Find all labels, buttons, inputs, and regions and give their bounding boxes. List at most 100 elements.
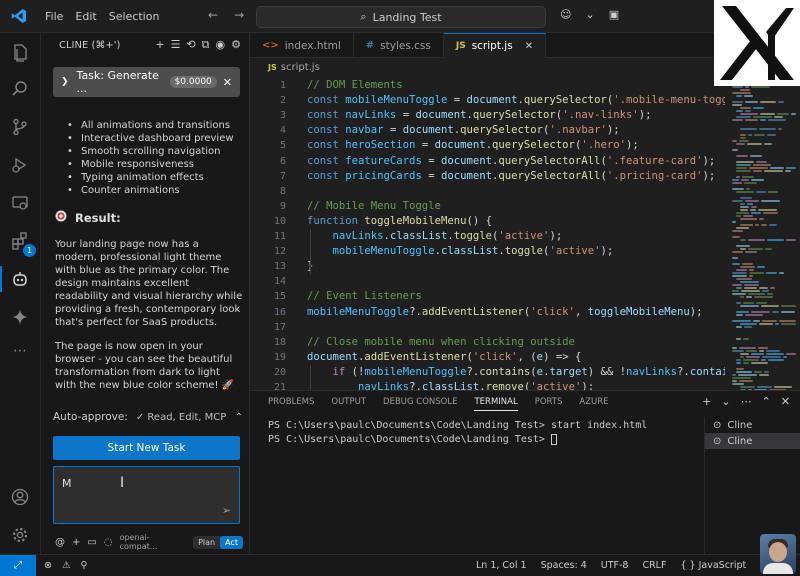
tab-problems[interactable]: PROBLEMS <box>268 397 314 411</box>
list-item: Interactive dashboard preview <box>67 132 234 145</box>
menu-edit[interactable]: Edit <box>69 0 102 33</box>
tab-script-js[interactable]: JS script.js ✕ <box>443 33 547 58</box>
task-header-card[interactable]: ❯ Task: Generate ... $0.0000 ✕ <box>53 67 240 97</box>
encoding[interactable]: UTF-8 <box>601 560 629 571</box>
plan-mode-button[interactable]: Plan <box>193 536 220 549</box>
terminal-item-cline[interactable]: ⊙ Cline <box>705 433 800 449</box>
forward-arrow-icon[interactable]: → <box>234 8 244 22</box>
code-line[interactable]: 11 navLinks.classList.toggle('active'); <box>250 229 725 244</box>
code-line[interactable]: 5 const heroSection = document.querySelec… <box>250 138 725 153</box>
maximize-panel-icon[interactable]: ⌃ <box>762 395 771 408</box>
chat-input[interactable]: M I ➢ <box>53 466 240 524</box>
close-task-icon[interactable]: ✕ <box>223 76 232 89</box>
minimap[interactable] <box>726 76 800 390</box>
terminal-item-cline[interactable]: ⊙ Cline <box>705 417 800 433</box>
warnings-icon[interactable]: ⚠ <box>62 560 71 571</box>
cline-robot-icon[interactable] <box>8 267 32 291</box>
more-actions-icon[interactable]: ⋯ <box>741 395 752 408</box>
mcp-servers-icon[interactable]: ☰ <box>171 38 181 52</box>
cline-settings-gear-icon[interactable]: ⚙ <box>231 38 241 52</box>
popout-icon[interactable]: ⧉ <box>202 38 210 52</box>
code-line[interactable]: 2 const mobileMenuToggle = document.query… <box>250 93 725 108</box>
code-line[interactable]: 10 function toggleMobileMenu() { <box>250 214 725 229</box>
ports-icon[interactable]: ⚲ <box>81 560 88 571</box>
task-title: Task: Generate ... <box>76 69 159 95</box>
menu-selection[interactable]: Selection <box>103 0 166 33</box>
command-center-search[interactable]: ⌕ Landing Test <box>256 6 546 28</box>
code-line[interactable]: 6 const featureCards = document.querySele… <box>250 154 725 169</box>
code-editor[interactable]: 1 // DOM Elements 2 const mobileMenuToggle … <box>250 76 725 390</box>
close-panel-icon[interactable]: ✕ <box>781 395 790 408</box>
code-line[interactable]: 15 // Event Listeners <box>250 289 725 304</box>
copilot-menu-chevron-icon[interactable]: ⌄ <box>585 8 594 21</box>
add-context-plus-icon[interactable]: + <box>72 537 80 548</box>
cursor-position[interactable]: Ln 1, Col 1 <box>476 560 527 571</box>
sparkle-icon[interactable] <box>8 305 32 329</box>
code-line[interactable]: 20 if (!mobileMenuToggle?.contains(e.tar… <box>250 365 725 380</box>
search-panel-icon[interactable] <box>8 77 32 101</box>
code-line[interactable]: 13} <box>250 259 725 274</box>
code-line[interactable]: 3 const navLinks = document.querySelector… <box>250 108 725 123</box>
code-line[interactable]: 18 // Close mobile menu when clicking out… <box>250 335 725 350</box>
run-debug-icon[interactable] <box>8 153 32 177</box>
image-icon[interactable]: ▭ <box>87 537 96 548</box>
terminal-dropdown-icon[interactable]: ⌄ <box>721 395 730 408</box>
act-mode-button[interactable]: Act <box>220 535 243 549</box>
more-views-icon[interactable]: ⋯ <box>8 339 32 363</box>
toggle-sidebar-icon[interactable]: ▣ <box>609 8 619 21</box>
start-new-task-button[interactable]: Start New Task <box>53 436 240 460</box>
code-line[interactable]: 1 // DOM Elements <box>250 78 725 93</box>
chevron-right-icon[interactable]: ❯ <box>61 77 69 87</box>
language-mode[interactable]: { } JavaScript <box>680 560 746 571</box>
tab-debug-console[interactable]: DEBUG CONSOLE <box>383 397 457 411</box>
breadcrumb[interactable]: JS script.js <box>268 59 320 75</box>
source-control-icon[interactable] <box>8 115 32 139</box>
code-line[interactable]: 16 mobileMenuToggle?.addEventListener('cl… <box>250 305 725 320</box>
indentation[interactable]: Spaces: 4 <box>541 560 587 571</box>
new-terminal-plus-icon[interactable]: + <box>702 395 711 408</box>
remote-explorer-icon[interactable] <box>8 191 32 215</box>
tab-styles-css[interactable]: # styles.css <box>354 33 444 58</box>
breadcrumb-file[interactable]: script.js <box>281 62 320 73</box>
copilot-icon[interactable]: ☺ <box>560 8 571 21</box>
account-icon[interactable]: ◉ <box>216 38 226 52</box>
tab-ports[interactable]: PORTS <box>535 397 563 411</box>
code-line[interactable]: 8 <box>250 184 725 199</box>
extensions-badge: 1 <box>23 244 36 257</box>
terminal-output[interactable]: PS C:\Users\paulc\Documents\Code\Landing… <box>268 419 698 447</box>
extensions-icon[interactable]: 1 <box>8 229 36 257</box>
plan-act-toggle[interactable]: Plan Act <box>193 535 243 549</box>
webcam-avatar <box>760 534 796 574</box>
tab-azure[interactable]: AZURE <box>579 397 608 411</box>
accounts-icon[interactable] <box>8 485 32 509</box>
tab-terminal[interactable]: TERMINAL <box>474 397 518 411</box>
explorer-icon[interactable] <box>8 41 32 65</box>
new-task-plus-icon[interactable]: + <box>155 38 164 52</box>
code-line[interactable]: 9 // Mobile Menu Toggle <box>250 199 725 214</box>
terminal-name: Cline <box>727 419 753 431</box>
remote-indicator-icon[interactable]: ⤢ <box>0 554 36 576</box>
close-tab-icon[interactable]: ✕ <box>525 41 533 52</box>
menu-file[interactable]: File <box>39 0 69 33</box>
tab-index-html[interactable]: <> index.html <box>250 33 354 58</box>
code-text: const navbar = document.querySelector('.… <box>307 124 620 137</box>
model-selector[interactable]: openai-compat... <box>120 533 187 551</box>
back-arrow-icon[interactable]: ← <box>208 8 218 22</box>
result-paragraph: Your landing page now has a modern, prof… <box>55 239 243 328</box>
code-line[interactable]: 14 <box>250 274 725 289</box>
chevron-up-icon[interactable]: ⌃ <box>235 412 243 423</box>
code-line[interactable]: 4 const navbar = document.querySelector('… <box>250 123 725 138</box>
send-icon[interactable]: ➢ <box>222 504 231 517</box>
auto-approve-bar[interactable]: Auto-approve: ✓ Read, Edit, MCP ⌃ <box>53 408 243 426</box>
errors-icon[interactable]: ⊗ <box>44 560 52 571</box>
code-line[interactable]: 12 mobileMenuToggle.classList.toggle('ac… <box>250 244 725 259</box>
line-ending[interactable]: CRLF <box>642 560 666 571</box>
settings-gear-icon[interactable] <box>8 523 32 547</box>
code-line[interactable]: 21 navLinks?.classList.remove('active'); <box>250 380 725 390</box>
mention-icon[interactable]: @ <box>55 537 65 548</box>
tab-output[interactable]: OUTPUT <box>331 397 366 411</box>
code-line[interactable]: 7 const pricingCards = document.querySele… <box>250 169 725 184</box>
code-line[interactable]: 19 document.addEventListener('click', (e)… <box>250 350 725 365</box>
code-line[interactable]: 17 <box>250 320 725 335</box>
history-icon[interactable]: ⟲ <box>186 38 195 52</box>
